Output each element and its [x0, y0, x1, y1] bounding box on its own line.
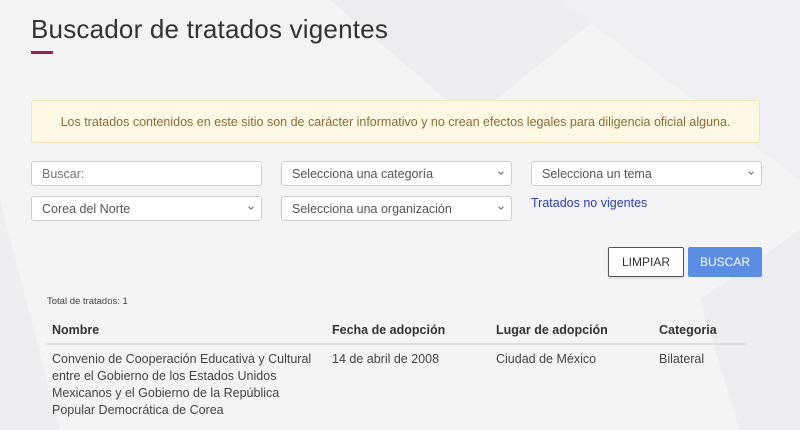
category-select[interactable]: Selecciona una categoría — [281, 161, 512, 186]
organization-select[interactable]: Selecciona una organización — [281, 196, 512, 221]
topic-select[interactable]: Selecciona un tema — [531, 161, 762, 186]
topic-select-value: Selecciona un tema — [542, 166, 652, 181]
table-header-row: Nombre Fecha de adopción Lugar de adopci… — [47, 318, 746, 345]
disclaimer-text: Los tratados contenidos en este sitio so… — [60, 114, 731, 129]
search-input[interactable] — [31, 161, 262, 186]
cell-name[interactable]: Convenio de Cooperación Educativa y Cult… — [47, 344, 327, 425]
chevron-down-icon — [748, 171, 754, 175]
organization-select-value: Selecciona una organización — [292, 201, 452, 216]
cell-category: Bilateral — [659, 352, 705, 366]
column-header-name[interactable]: Nombre — [47, 318, 327, 345]
page-title: Buscador de tratados vigentes — [31, 14, 389, 44]
clear-button[interactable]: LIMPIAR — [608, 247, 684, 277]
results-total: Total de tratados: 1 — [47, 296, 128, 307]
results-table: Nombre Fecha de adopción Lugar de adopci… — [47, 318, 746, 425]
country-select[interactable]: Corea del Norte — [31, 196, 262, 221]
chevron-down-icon — [498, 171, 504, 175]
table-row[interactable]: Convenio de Cooperación Educativa y Cult… — [47, 344, 746, 425]
disclaimer-notice: Los tratados contenidos en este sitio so… — [31, 100, 760, 143]
column-header-date[interactable]: Fecha de adopción — [327, 318, 491, 345]
chevron-down-icon — [498, 206, 504, 210]
column-header-place[interactable]: Lugar de adopción — [491, 318, 654, 345]
non-current-treaties-link[interactable]: Tratados no vigentes — [531, 196, 647, 210]
country-select-value: Corea del Norte — [42, 201, 131, 216]
title-underline — [31, 51, 53, 54]
cell-date: 14 de abril de 2008 — [332, 352, 440, 366]
column-header-category[interactable]: Categoria — [654, 318, 746, 345]
category-select-value: Selecciona una categoría — [292, 166, 434, 181]
chevron-down-icon — [248, 206, 254, 210]
cell-place: Ciudad de México — [496, 352, 597, 366]
search-button[interactable]: BUSCAR — [688, 247, 762, 277]
